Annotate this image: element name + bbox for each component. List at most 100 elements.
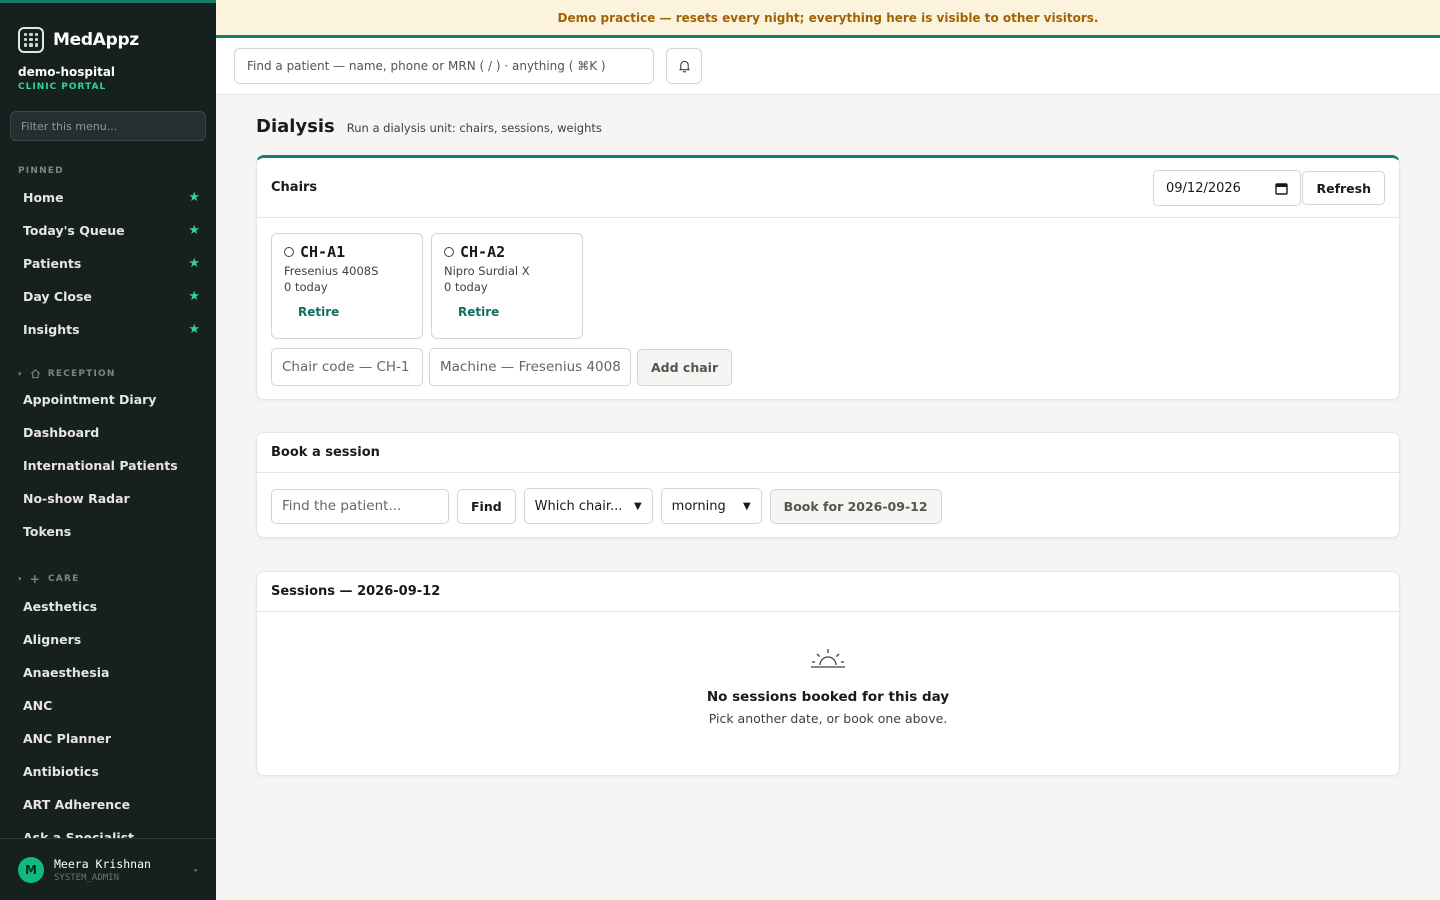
sidebar-item-todays-queue[interactable]: Today's Queue ★ [0, 214, 216, 247]
caret-down-icon: ▾ [18, 575, 23, 583]
find-patient-button[interactable]: Find [457, 488, 516, 524]
sidebar-item-aligners[interactable]: Aligners [0, 623, 216, 656]
page-title: Dialysis [256, 116, 335, 137]
chevron-down-icon: ▼ [742, 500, 751, 512]
book-session-header: Book a session [257, 433, 1399, 473]
sidebar-item-art-adherence[interactable]: ART Adherence [0, 788, 216, 821]
star-icon[interactable]: ★ [188, 223, 200, 238]
machine-input[interactable] [429, 348, 631, 386]
chairs-card: Chairs 09/12/2026 Refresh CH-A1 Freseniu… [256, 155, 1400, 400]
sidebar-item-aesthetics[interactable]: Aesthetics [0, 590, 216, 623]
sidebar-item-label: Aesthetics [23, 599, 98, 614]
sessions-header: Sessions — 2026-09-12 [257, 572, 1399, 612]
chair-machine: Fresenius 4008S [284, 264, 379, 278]
sidebar-item-international-patients[interactable]: International Patients [0, 449, 216, 482]
bell-icon [678, 60, 690, 73]
caret-down-icon: ▾ [18, 369, 23, 378]
chair-today-count: 0 today [444, 280, 488, 294]
sidebar-item-label: ART Adherence [23, 797, 131, 812]
sidebar-item-label: Day Close [23, 289, 92, 304]
brand-name: MedAppz [53, 29, 139, 50]
empty-state: No sessions booked for this day Pick ano… [257, 648, 1399, 726]
date-picker[interactable]: 09/12/2026 [1153, 170, 1301, 206]
sidebar-item-anc-planner[interactable]: ANC Planner [0, 722, 216, 755]
sidebar-item-insights[interactable]: Insights ★ [0, 313, 216, 346]
sidebar-item-appointment-diary[interactable]: Appointment Diary [0, 383, 216, 416]
chair-code-input[interactable] [271, 348, 423, 386]
sidebar-item-tokens[interactable]: Tokens [0, 515, 216, 548]
sessions-card: Sessions — 2026-09-12 No sessions booked… [256, 571, 1400, 776]
sidebar-item-antibiotics[interactable]: Antibiotics [0, 755, 216, 788]
chevron-down-icon: ▼ [633, 500, 642, 512]
user-name: Meera Krishnan [54, 856, 151, 871]
shift-select[interactable]: morning ▼ [660, 488, 762, 524]
refresh-button[interactable]: Refresh [1302, 171, 1385, 205]
section-header-care[interactable]: ▾ + CARE [0, 572, 216, 586]
chair-today-count: 0 today [284, 280, 328, 294]
section-header-reception[interactable]: ▾ RECEPTION [0, 368, 216, 379]
shift-select-value: morning [671, 498, 726, 514]
chair-machine: Nipro Surdial X [444, 264, 530, 278]
page-subtitle: Run a dialysis unit: chairs, sessions, w… [346, 121, 602, 135]
tenant-info: demo-hospital CLINIC PORTAL [0, 59, 216, 92]
add-chair-button[interactable]: Add chair [637, 348, 733, 386]
topbar [216, 38, 1440, 95]
sunrise-icon [811, 649, 845, 668]
sidebar-item-dashboard[interactable]: Dashboard [0, 416, 216, 449]
sidebar-item-no-show-radar[interactable]: No-show Radar [0, 482, 216, 515]
section-label-text: PINNED [18, 166, 64, 176]
star-icon[interactable]: ★ [188, 289, 200, 304]
sidebar-item-anaesthesia[interactable]: Anaesthesia [0, 656, 216, 689]
chair-select[interactable]: Which chair... ▼ [523, 488, 653, 524]
star-icon[interactable]: ★ [188, 322, 200, 337]
star-icon[interactable]: ★ [188, 256, 200, 271]
retire-chair-button[interactable]: Retire [444, 305, 570, 319]
user-menu[interactable]: M Meera Krishnan SYSTEM_ADMIN ▸ [0, 838, 216, 900]
sidebar: MedAppz demo-hospital CLINIC PORTAL PINN… [0, 0, 216, 900]
chair-code-text: CH-A2 [460, 243, 506, 261]
tenant-name: demo-hospital [18, 65, 116, 79]
patient-input[interactable] [271, 488, 449, 524]
sidebar-item-anc[interactable]: ANC [0, 689, 216, 722]
book-session-card: Book a session Find Which chair... ▼ mor… [256, 432, 1400, 538]
status-dot-icon [444, 247, 454, 257]
sidebar-item-patients[interactable]: Patients ★ [0, 247, 216, 280]
retire-chair-button[interactable]: Retire [284, 305, 410, 319]
section-label-text: CARE [47, 574, 80, 584]
brand[interactable]: MedAppz [0, 3, 216, 59]
main-content: Dialysis Run a dialysis unit: chairs, se… [256, 95, 1400, 776]
date-value: 09/12/2026 [1166, 180, 1241, 196]
sidebar-item-label: ANC Planner [23, 731, 111, 746]
calendar-icon[interactable] [1275, 182, 1288, 195]
status-dot-icon [284, 247, 294, 257]
patient-search-input[interactable] [234, 48, 654, 84]
section-label-pinned: PINNED [0, 166, 216, 176]
pinned-list: Home ★ Today's Queue ★ Patients ★ Day Close… [0, 181, 216, 346]
book-session-form: Find Which chair... ▼ morning ▼ Book for… [271, 488, 942, 524]
chair-list: CH-A1 Fresenius 4008S 0 today Retire CH-… [271, 233, 583, 339]
page-header: Dialysis Run a dialysis unit: chairs, se… [256, 116, 1400, 137]
demo-banner-text: Demo practice — resets every night; ever… [557, 10, 1099, 25]
sidebar-item-label: Aligners [23, 632, 82, 647]
sidebar-item-day-close[interactable]: Day Close ★ [0, 280, 216, 313]
section-label-text: RECEPTION [47, 368, 116, 379]
care-list: Aesthetics Aligners Anaesthesia ANC ANC … [0, 590, 216, 854]
sidebar-item-label: Anaesthesia [23, 665, 110, 680]
demo-banner: Demo practice — resets every night; ever… [216, 0, 1440, 38]
sidebar-item-label: Insights [23, 322, 80, 337]
sidebar-item-label: No-show Radar [23, 491, 130, 506]
notifications-button[interactable] [666, 48, 702, 84]
star-icon[interactable]: ★ [188, 190, 200, 205]
avatar: M [18, 856, 44, 883]
add-chair-form: Add chair [271, 348, 733, 386]
chair-card: CH-A2 Nipro Surdial X 0 today Retire [431, 233, 583, 339]
menu-filter-input[interactable] [10, 111, 206, 141]
empty-state-title: No sessions booked for this day [706, 689, 950, 705]
sidebar-item-label: International Patients [23, 458, 178, 473]
reception-list: Appointment Diary Dashboard Internationa… [0, 383, 216, 548]
sidebar-item-home[interactable]: Home ★ [0, 181, 216, 214]
sidebar-item-label: Antibiotics [23, 764, 99, 779]
book-session-button[interactable]: Book for 2026-09-12 [769, 488, 942, 524]
tenant-subtitle: CLINIC PORTAL [18, 82, 107, 92]
chair-code-text: CH-A1 [300, 243, 346, 261]
